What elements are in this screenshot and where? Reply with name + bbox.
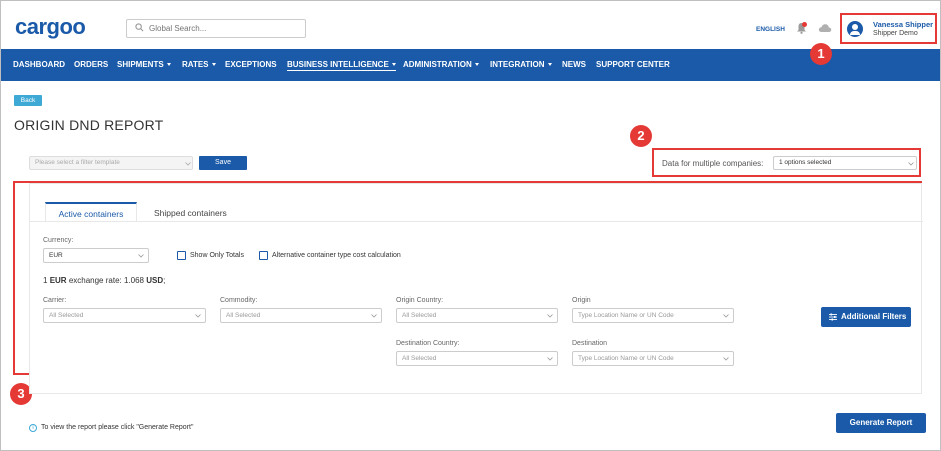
chevron-down-icon	[391, 63, 396, 67]
destination-placeholder: Type Location Name or UN Code	[578, 355, 674, 362]
additional-filters-label: Additional Filters	[841, 312, 907, 321]
global-search[interactable]	[126, 19, 306, 38]
destination-country-value: All Selected	[402, 355, 437, 362]
cloud-icon[interactable]	[818, 23, 832, 33]
user-menu[interactable]: Vanessa Shipper Shipper Demo	[840, 13, 937, 44]
show-only-totals-checkbox[interactable]	[177, 251, 186, 260]
nav-shipments[interactable]: SHIPMENTS	[117, 60, 171, 69]
destination-input[interactable]: Type Location Name or UN Code	[572, 351, 734, 366]
main-nav: DASHBOARD ORDERS SHIPMENTS RATES EXCEPTI…	[1, 49, 940, 81]
rate-prefix: 1	[43, 276, 48, 285]
avatar-icon	[847, 21, 863, 37]
nav-news[interactable]: NEWS	[562, 60, 586, 69]
multi-company-select[interactable]: 1 options selected	[773, 156, 917, 170]
annotation-badge-2: 2	[630, 125, 652, 147]
show-only-totals-label: Show Only Totals	[190, 252, 244, 259]
nav-business-intelligence[interactable]: BUSINESS INTELLIGENCE	[287, 60, 396, 71]
chevron-down-icon	[195, 314, 201, 318]
user-name: Vanessa Shipper	[873, 20, 934, 29]
commodity-value: All Selected	[226, 312, 261, 319]
cargoo-logo[interactable]: cargoo	[15, 14, 86, 40]
carrier-value: All Selected	[49, 312, 84, 319]
nav-rates[interactable]: RATES	[182, 60, 216, 69]
chevron-down-icon	[166, 63, 171, 67]
exchange-rate-text: 1 EUR exchange rate: 1.068 USD;	[43, 276, 165, 285]
rate-suffix: ;	[163, 276, 166, 285]
chevron-down-icon	[474, 63, 479, 67]
nav-dashboard[interactable]: DASHBOARD	[13, 60, 65, 69]
origin-input[interactable]: Type Location Name or UN Code	[572, 308, 734, 323]
tab-divider	[30, 221, 923, 222]
rate-mid: exchange rate: 1.068	[68, 276, 144, 285]
chevron-down-icon	[185, 162, 191, 166]
tab-active-containers[interactable]: Active containers	[45, 202, 137, 221]
multi-company-value: 1 options selected	[779, 159, 832, 166]
destination-country-select[interactable]: All Selected	[396, 351, 558, 366]
currency-value: EUR	[49, 252, 63, 259]
page-title: ORIGIN DND REPORT	[14, 117, 164, 133]
nav-rates-label: RATES	[182, 60, 209, 69]
language-selector[interactable]: ENGLISH	[756, 26, 785, 33]
multi-company-label: Data for multiple companies:	[662, 159, 764, 168]
filter-template-select[interactable]: Please select a filter template	[29, 156, 193, 170]
chevron-down-icon	[547, 357, 553, 361]
info-icon: i	[29, 424, 37, 432]
origin-placeholder: Type Location Name or UN Code	[578, 312, 674, 319]
alt-calc-label: Alternative container type cost calculat…	[272, 252, 401, 259]
nav-support-center[interactable]: SUPPORT CENTER	[596, 60, 670, 69]
search-icon	[135, 23, 144, 32]
destination-label: Destination	[572, 340, 608, 347]
nav-administration[interactable]: ADMINISTRATION	[403, 60, 479, 69]
additional-filters-button[interactable]: Additional Filters	[821, 307, 911, 327]
chevron-down-icon	[371, 314, 377, 318]
currency-select[interactable]: EUR	[43, 248, 149, 263]
user-company: Shipper Demo	[873, 30, 918, 37]
notification-dot	[802, 22, 807, 27]
back-button[interactable]: Back	[14, 95, 42, 106]
origin-country-label: Origin Country:	[396, 297, 444, 304]
filter-template-placeholder: Please select a filter template	[35, 159, 120, 166]
generate-hint: To view the report please click "Generat…	[41, 424, 194, 431]
nav-business-intelligence-label: BUSINESS INTELLIGENCE	[287, 60, 389, 69]
currency-label: Currency:	[43, 237, 74, 244]
global-search-input[interactable]	[149, 22, 299, 35]
commodity-select[interactable]: All Selected	[220, 308, 382, 323]
nav-exceptions[interactable]: EXCEPTIONS	[225, 60, 277, 69]
chevron-down-icon	[547, 63, 552, 67]
filter-sliders-icon	[829, 313, 837, 321]
tab-shipped-containers[interactable]: Shipped containers	[154, 202, 227, 221]
chevron-down-icon	[547, 314, 553, 318]
alt-calc-checkbox[interactable]	[259, 251, 268, 260]
origin-country-value: All Selected	[402, 312, 437, 319]
rate-target: USD	[146, 276, 164, 285]
chevron-down-icon	[211, 63, 216, 67]
annotation-badge-1: 1	[810, 43, 832, 65]
chevron-down-icon	[908, 162, 914, 166]
nav-orders[interactable]: ORDERS	[74, 60, 108, 69]
nav-shipments-label: SHIPMENTS	[117, 60, 164, 69]
generate-report-button[interactable]: Generate Report	[836, 413, 926, 433]
origin-country-select[interactable]: All Selected	[396, 308, 558, 323]
carrier-label: Carrier:	[43, 297, 67, 304]
origin-label: Origin	[572, 297, 591, 304]
chevron-down-icon	[723, 314, 729, 318]
save-button[interactable]: Save	[199, 156, 247, 170]
nav-integration-label: INTEGRATION	[490, 60, 545, 69]
chevron-down-icon	[138, 254, 144, 258]
commodity-label: Commodity:	[220, 297, 258, 304]
multi-company-section: Data for multiple companies: 1 options s…	[652, 148, 921, 177]
rate-currency: EUR	[49, 276, 67, 285]
nav-administration-label: ADMINISTRATION	[403, 60, 472, 69]
top-header: cargoo ENGLISH Vanessa Shipper Shipper D…	[1, 1, 940, 49]
destination-country-label: Destination Country:	[396, 340, 460, 347]
chevron-down-icon	[723, 357, 729, 361]
nav-integration[interactable]: INTEGRATION	[490, 60, 552, 69]
carrier-select[interactable]: All Selected	[43, 308, 206, 323]
